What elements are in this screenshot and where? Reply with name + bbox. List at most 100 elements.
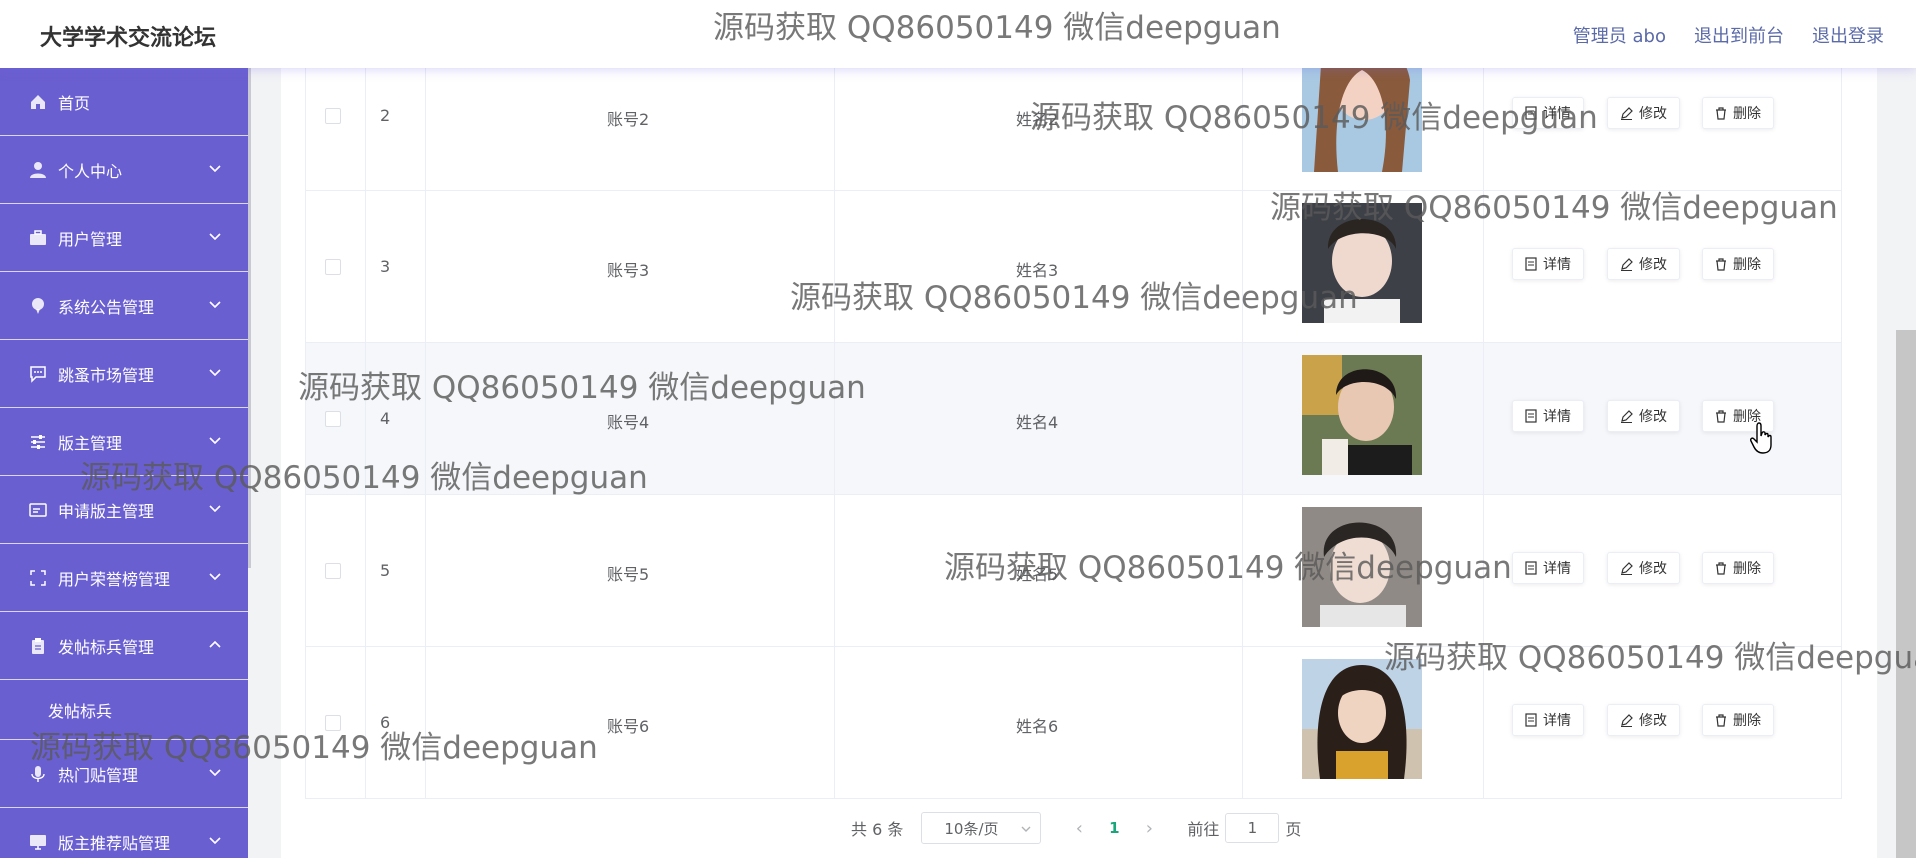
edit-button[interactable]: 修改 [1607, 704, 1680, 736]
name-cell: 姓名6 [1016, 717, 1059, 736]
chevron-down-icon [209, 437, 221, 445]
goto-page-input[interactable] [1225, 813, 1280, 843]
column-divider [834, 495, 835, 646]
name-cell: 姓名3 [1016, 261, 1059, 280]
edit-label: 修改 [1639, 713, 1667, 729]
edit-button[interactable]: 修改 [1607, 552, 1680, 584]
account-cell: 账号3 [607, 261, 650, 280]
detail-button[interactable]: 详情 [1512, 704, 1584, 736]
delete-button[interactable]: 删除 [1702, 97, 1774, 129]
sidebar-item-announcement-management[interactable]: 系统公告管理 [0, 272, 248, 340]
avatar-photo [1302, 507, 1422, 627]
main-scrollbar[interactable] [1896, 330, 1916, 858]
prev-page-button[interactable]: ‹ [1059, 818, 1099, 839]
column-divider [1242, 495, 1243, 646]
edit-button[interactable]: 修改 [1607, 400, 1680, 432]
avatar-photo [1302, 203, 1422, 323]
row-checkbox[interactable] [325, 411, 341, 427]
sidebar-subitem-label: 发帖标兵 [48, 701, 113, 721]
sidebar-item-personal-center[interactable]: 个人中心 [0, 136, 248, 204]
name-cell: 姓名4 [1016, 413, 1059, 432]
sliders-icon [28, 432, 48, 452]
column-divider [834, 647, 835, 798]
sidebar-item-label: 个人中心 [58, 161, 123, 181]
document-icon [1525, 257, 1537, 271]
edit-label: 修改 [1639, 257, 1667, 273]
pin-icon [28, 296, 48, 316]
sidebar-item-honor-roll-management[interactable]: 用户荣誉榜管理 [0, 544, 248, 612]
column-divider [1242, 68, 1243, 190]
edit-icon [1621, 713, 1633, 727]
column-divider [425, 68, 426, 190]
sidebar-item-recommended-post-management[interactable]: 版主推荐贴管理 [0, 808, 248, 858]
sidebar-subitem-top-poster[interactable]: 发帖标兵 [0, 680, 248, 740]
goto-prefix: 前往 [1187, 820, 1220, 839]
user-icon [28, 160, 48, 180]
page-size-value: 10条/页 [944, 819, 999, 838]
avatar-photo [1302, 355, 1422, 475]
column-divider [365, 343, 366, 494]
sidebar-item-flea-market-management[interactable]: 跳蚤市场管理 [0, 340, 248, 408]
row-index: 2 [380, 106, 391, 125]
chevron-down-icon [209, 505, 221, 513]
sidebar-item-label: 跳蚤市场管理 [58, 365, 155, 385]
to-front-link[interactable]: 退出到前台 [1694, 22, 1784, 48]
delete-label: 删除 [1733, 257, 1761, 273]
sidebar-item-user-management[interactable]: 用户管理 [0, 204, 248, 272]
chevron-down-icon [209, 369, 221, 377]
detail-button[interactable]: 详情 [1512, 400, 1584, 432]
app-title: 大学学术交流论坛 [40, 26, 217, 51]
column-divider [425, 343, 426, 494]
sidebar-item-label: 版主推荐贴管理 [58, 833, 171, 853]
admin-user-link[interactable]: 管理员 abo [1573, 22, 1666, 48]
sidebar-item-moderator-application-management[interactable]: 申请版主管理 [0, 476, 248, 544]
sidebar-item-label: 申请版主管理 [58, 501, 155, 521]
edit-icon [1621, 257, 1633, 271]
column-divider [1483, 191, 1484, 342]
message-icon [28, 364, 48, 384]
column-divider [425, 647, 426, 798]
top-header: 大学学术交流论坛 管理员 abo 退出到前台 退出登录 [0, 0, 1916, 68]
next-page-button[interactable]: › [1129, 818, 1169, 839]
sidebar-item-moderator-management[interactable]: 版主管理 [0, 408, 248, 476]
sidebar-item-top-poster-management[interactable]: 发帖标兵管理 [0, 612, 248, 680]
sidebar-scrollbar[interactable] [248, 68, 251, 568]
page-size-select[interactable]: 10条/页 [921, 812, 1042, 844]
sidebar-item-label: 发帖标兵管理 [58, 637, 155, 657]
row-checkbox[interactable] [325, 108, 341, 124]
column-divider [1242, 343, 1243, 494]
edit-button[interactable]: 修改 [1607, 97, 1680, 129]
sidebar-item-home[interactable]: 首页 [0, 68, 248, 136]
sidebar-item-label: 首页 [58, 93, 91, 113]
row-checkbox[interactable] [325, 715, 341, 731]
column-divider [365, 495, 366, 646]
sidebar-item-label: 热门贴管理 [58, 765, 139, 785]
detail-button[interactable]: 详情 [1512, 248, 1584, 280]
delete-button[interactable]: 删除 [1702, 704, 1774, 736]
sidebar-item-hot-post-management[interactable]: 热门贴管理 [0, 740, 248, 808]
row-checkbox[interactable] [325, 563, 341, 579]
column-divider [1483, 68, 1484, 190]
document-icon [1525, 409, 1537, 423]
delete-button[interactable]: 删除 [1702, 248, 1774, 280]
column-divider [425, 191, 426, 342]
column-divider [365, 647, 366, 798]
page-number[interactable]: 1 [1099, 819, 1129, 837]
edit-label: 修改 [1639, 409, 1667, 425]
column-divider [1242, 647, 1243, 798]
sidebar-item-label: 系统公告管理 [58, 297, 155, 317]
account-cell: 账号6 [607, 717, 650, 736]
detail-button[interactable]: 详情 [1512, 97, 1584, 129]
home-icon [28, 92, 48, 112]
detail-button[interactable]: 详情 [1512, 552, 1584, 584]
sidebar-item-label: 版主管理 [58, 433, 123, 453]
logout-link[interactable]: 退出登录 [1812, 22, 1884, 48]
edit-button[interactable]: 修改 [1607, 248, 1680, 280]
column-divider [834, 191, 835, 342]
row-index: 3 [380, 257, 391, 276]
name-cell: 姓名2 [1016, 110, 1059, 129]
detail-label: 详情 [1543, 106, 1571, 122]
edit-label: 修改 [1639, 561, 1667, 577]
row-checkbox[interactable] [325, 259, 341, 275]
delete-button[interactable]: 删除 [1702, 552, 1774, 584]
